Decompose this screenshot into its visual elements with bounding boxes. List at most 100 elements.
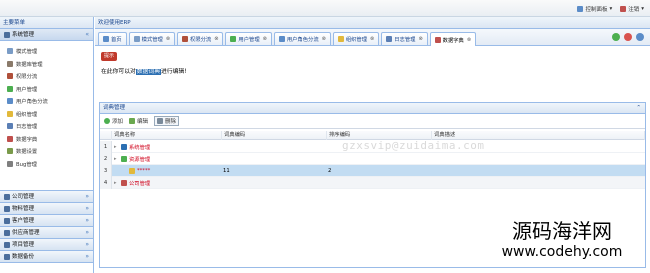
tab-close-icon[interactable]: ⊗ (418, 36, 422, 42)
sidebar-menu-item[interactable]: 数据库管理 (5, 58, 93, 71)
sidebar-section[interactable]: 客户管理 » (0, 215, 93, 227)
row-number: 2 (100, 153, 112, 165)
delete-button[interactable]: 删除 (154, 116, 180, 126)
edit-label: 编辑 (137, 119, 149, 125)
tab-tools (612, 33, 644, 41)
tab-close-icon[interactable]: ⊗ (370, 36, 374, 42)
sidebar-section-label: 数据备份 (12, 253, 35, 260)
node-icon (121, 156, 127, 162)
shield-x-icon (7, 73, 13, 80)
grid-icon (7, 148, 13, 155)
sidebar-menu-item[interactable]: 数据字典 (5, 133, 93, 146)
sidebar-title: 主要菜单 (0, 17, 93, 29)
tabs: 首页 模式管理 ⊗ 权限分流 ⊗ 用户管理 ⊗ 用户角色分流 ⊗ 组织管理 ⊗ 日志管理 ⊗ 数据字典 ⊗ (98, 32, 477, 46)
chevron-down-icon[interactable]: » (85, 251, 89, 263)
control-panel-button[interactable]: 控制面板 ▾ (577, 5, 612, 13)
column-header[interactable]: 词典名称 (112, 131, 222, 140)
tab[interactable]: 用户角色分流 ⊗ (273, 32, 331, 45)
dictionary-panel-title: 词典管理 (103, 105, 126, 111)
bug-icon (7, 160, 13, 167)
dictionary-name-cell: ▸ 资源管理 (114, 153, 150, 165)
table-row[interactable]: 3 ***** 11 2 (100, 165, 645, 177)
sidebar-section-label: 物料管理 (12, 205, 35, 212)
sidebar-menu-item[interactable]: 模式管理 (5, 45, 93, 58)
tab[interactable]: 模式管理 ⊗ (128, 32, 176, 45)
table-row[interactable]: 4 ▸ 公司管理 (100, 177, 645, 189)
tab[interactable]: 数据字典 ⊗ (429, 32, 477, 46)
sidebar-menu-item-label: 模式管理 (16, 49, 38, 56)
system-icon (4, 31, 10, 38)
sidebar-section[interactable]: 物料管理 » (0, 203, 93, 215)
node-icon (121, 144, 127, 150)
pencil-icon (129, 118, 136, 124)
sidebar-section[interactable]: 公司管理 » (0, 191, 93, 203)
sidebar-section-system[interactable]: 系统管理 « (0, 29, 93, 41)
column-header[interactable]: 词典编码 (222, 131, 327, 140)
node-icon (129, 168, 135, 174)
sidebar-section[interactable]: 数据备份 » (0, 251, 93, 263)
sidebar-menu-item-label: 数据设置 (16, 149, 38, 156)
tab[interactable]: 用户管理 ⊗ (225, 32, 272, 45)
add-icon (104, 118, 110, 124)
tab-label: 用户角色分流 (286, 37, 319, 43)
hint-text: 在此你可以对数据词典进行编辑! (101, 66, 187, 75)
sidebar-menu-item[interactable]: 用户管理 (5, 83, 93, 96)
tab-label: 用户管理 (238, 37, 260, 43)
sidebar-menu-item-label: 数据库管理 (16, 61, 43, 68)
expander-icon[interactable]: ▸ (114, 144, 119, 150)
tab[interactable]: 首页 (98, 32, 127, 45)
tab-close-icon[interactable]: ⊗ (263, 36, 267, 42)
sort-code-cell: 2 (328, 168, 332, 174)
folder-icon (4, 253, 10, 260)
tab-close-icon[interactable]: ⊗ (214, 36, 218, 42)
dictionary-icon (434, 36, 441, 43)
maximize-icon[interactable] (636, 33, 644, 41)
add-button[interactable]: 添加 (104, 117, 123, 125)
chevron-down-icon[interactable]: » (85, 191, 89, 203)
dictionary-name: 系统管理 (129, 145, 151, 151)
refresh-icon[interactable] (612, 33, 620, 41)
collapse-icon[interactable]: ⌃ (636, 103, 641, 114)
table-row[interactable]: 2 ▸ 资源管理 (100, 153, 645, 165)
logout-label: 注销 (628, 7, 640, 13)
chevron-down-icon[interactable]: » (85, 215, 89, 227)
sidebar-menu-item[interactable]: 组织管理 (5, 108, 93, 121)
sidebar-menu-item[interactable]: 用户角色分流 (5, 95, 93, 108)
top-bar: 控制面板 ▾ 注销 ▾ (0, 0, 650, 17)
sidebar-menu: 模式管理数据库管理权限分流用户管理 用户角色分流 组织管理 日志管理 数据字典数据设置 B… (0, 41, 93, 191)
chevron-down-icon[interactable]: » (85, 227, 89, 239)
dictionary-name: 资源管理 (129, 157, 151, 163)
dictionary-name-cell: ▸ 公司管理 (114, 177, 150, 189)
sidebar-menu-item[interactable]: 数据设置 (5, 145, 93, 158)
sidebar-section-label: 项目管理 (12, 241, 35, 248)
site-watermark-url: www.codehy.com (501, 244, 623, 260)
sidebar-menu-item-label: Bug管理 (16, 161, 37, 168)
logout-button[interactable]: 注销 ▾ (620, 5, 644, 13)
edit-button[interactable]: 编辑 (129, 117, 148, 125)
expander-icon[interactable]: ▸ (114, 156, 119, 162)
row-number: 3 (100, 165, 112, 177)
sidebar-section[interactable]: 供应商管理 » (0, 227, 93, 239)
tab-close-icon[interactable]: ⊗ (322, 36, 326, 42)
form-icon (133, 36, 140, 42)
sidebar-menu-item[interactable]: 权限分流 (5, 70, 93, 83)
sidebar-menu-item-label: 权限分流 (16, 74, 38, 81)
expander-icon[interactable]: ▸ (114, 180, 119, 186)
chevron-down-icon[interactable]: » (85, 239, 89, 251)
dictionary-icon (7, 135, 13, 142)
tab-close-icon[interactable]: ⊗ (166, 36, 170, 42)
tab-label: 首页 (111, 37, 122, 43)
sidebar-section[interactable]: 项目管理 » (0, 239, 93, 251)
tab[interactable]: 日志管理 ⊗ (381, 32, 428, 45)
tab-close-icon[interactable]: ⊗ (467, 37, 471, 43)
chevron-up-icon[interactable]: « (85, 29, 89, 41)
tab[interactable]: 组织管理 ⊗ (332, 32, 380, 45)
sidebar-menu-item[interactable]: Bug管理 (5, 158, 93, 171)
close-icon[interactable] (624, 33, 632, 41)
sidebar-menu-item[interactable]: 日志管理 (5, 120, 93, 133)
chevron-down-icon[interactable]: » (85, 203, 89, 215)
dictionary-name-cell: ***** (114, 165, 150, 177)
tab-label: 权限分流 (190, 37, 212, 43)
log-icon (7, 123, 13, 130)
tab[interactable]: 权限分流 ⊗ (177, 32, 224, 45)
